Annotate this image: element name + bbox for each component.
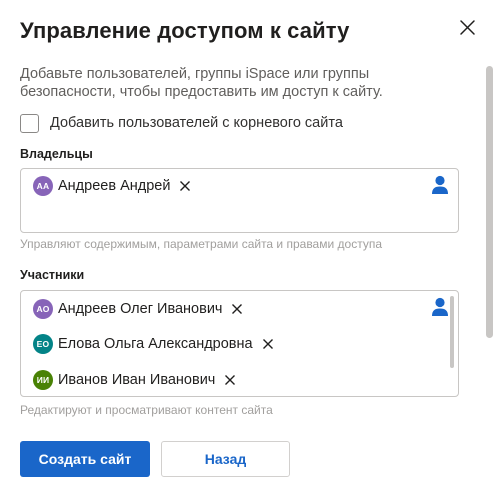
remove-icon[interactable] — [262, 338, 274, 350]
owner-chip: АА Андреев Андрей — [33, 175, 191, 197]
create-site-button[interactable]: Создать сайт — [20, 441, 150, 477]
root-site-users-checkbox[interactable] — [20, 113, 39, 133]
members-picker[interactable]: АО Андреев Олег Иванович ЕО Елова Ольга … — [20, 290, 459, 397]
owners-hint: Управляют содержимым, параметрами сайта … — [20, 237, 382, 251]
member-name: Елова Ольга Александровна — [58, 336, 253, 352]
root-site-users-label[interactable]: Добавить пользователей с корневого сайта — [50, 115, 343, 131]
owner-name: Андреев Андрей — [58, 178, 171, 194]
member-name: Андреев Олег Иванович — [58, 301, 223, 317]
members-scrollbar-thumb[interactable] — [450, 296, 454, 368]
close-icon[interactable] — [456, 17, 478, 39]
remove-icon[interactable] — [224, 374, 236, 386]
back-button[interactable]: Назад — [161, 441, 290, 477]
dialog-scrollbar-thumb[interactable] — [486, 66, 493, 338]
remove-icon[interactable] — [179, 180, 191, 192]
remove-icon[interactable] — [231, 303, 243, 315]
member-chip: ЕО Елова Ольга Александровна — [33, 333, 274, 355]
avatar: ИИ — [33, 370, 53, 390]
member-name: Иванов Иван Иванович — [58, 372, 216, 388]
member-chip: ИИ Иванов Иван Иванович — [33, 369, 236, 391]
member-chip: АО Андреев Олег Иванович — [33, 298, 243, 320]
avatar: АО — [33, 299, 53, 319]
manage-site-access-dialog: Управление доступом к сайту Добавьте пол… — [0, 0, 497, 499]
person-icon[interactable] — [431, 297, 449, 317]
dialog-description: Добавьте пользователей, группы iSpace ил… — [20, 66, 383, 100]
person-icon[interactable] — [431, 175, 449, 195]
owners-picker[interactable]: АА Андреев Андрей — [20, 168, 459, 233]
owners-label: Владельцы — [20, 147, 93, 161]
dialog-title: Управление доступом к сайту — [20, 18, 350, 43]
members-label: Участники — [20, 268, 85, 282]
members-hint: Редактируют и просматривают контент сайт… — [20, 403, 273, 417]
root-site-users-option[interactable]: Добавить пользователей с корневого сайта — [20, 113, 343, 133]
avatar: ЕО — [33, 334, 53, 354]
avatar: АА — [33, 176, 53, 196]
